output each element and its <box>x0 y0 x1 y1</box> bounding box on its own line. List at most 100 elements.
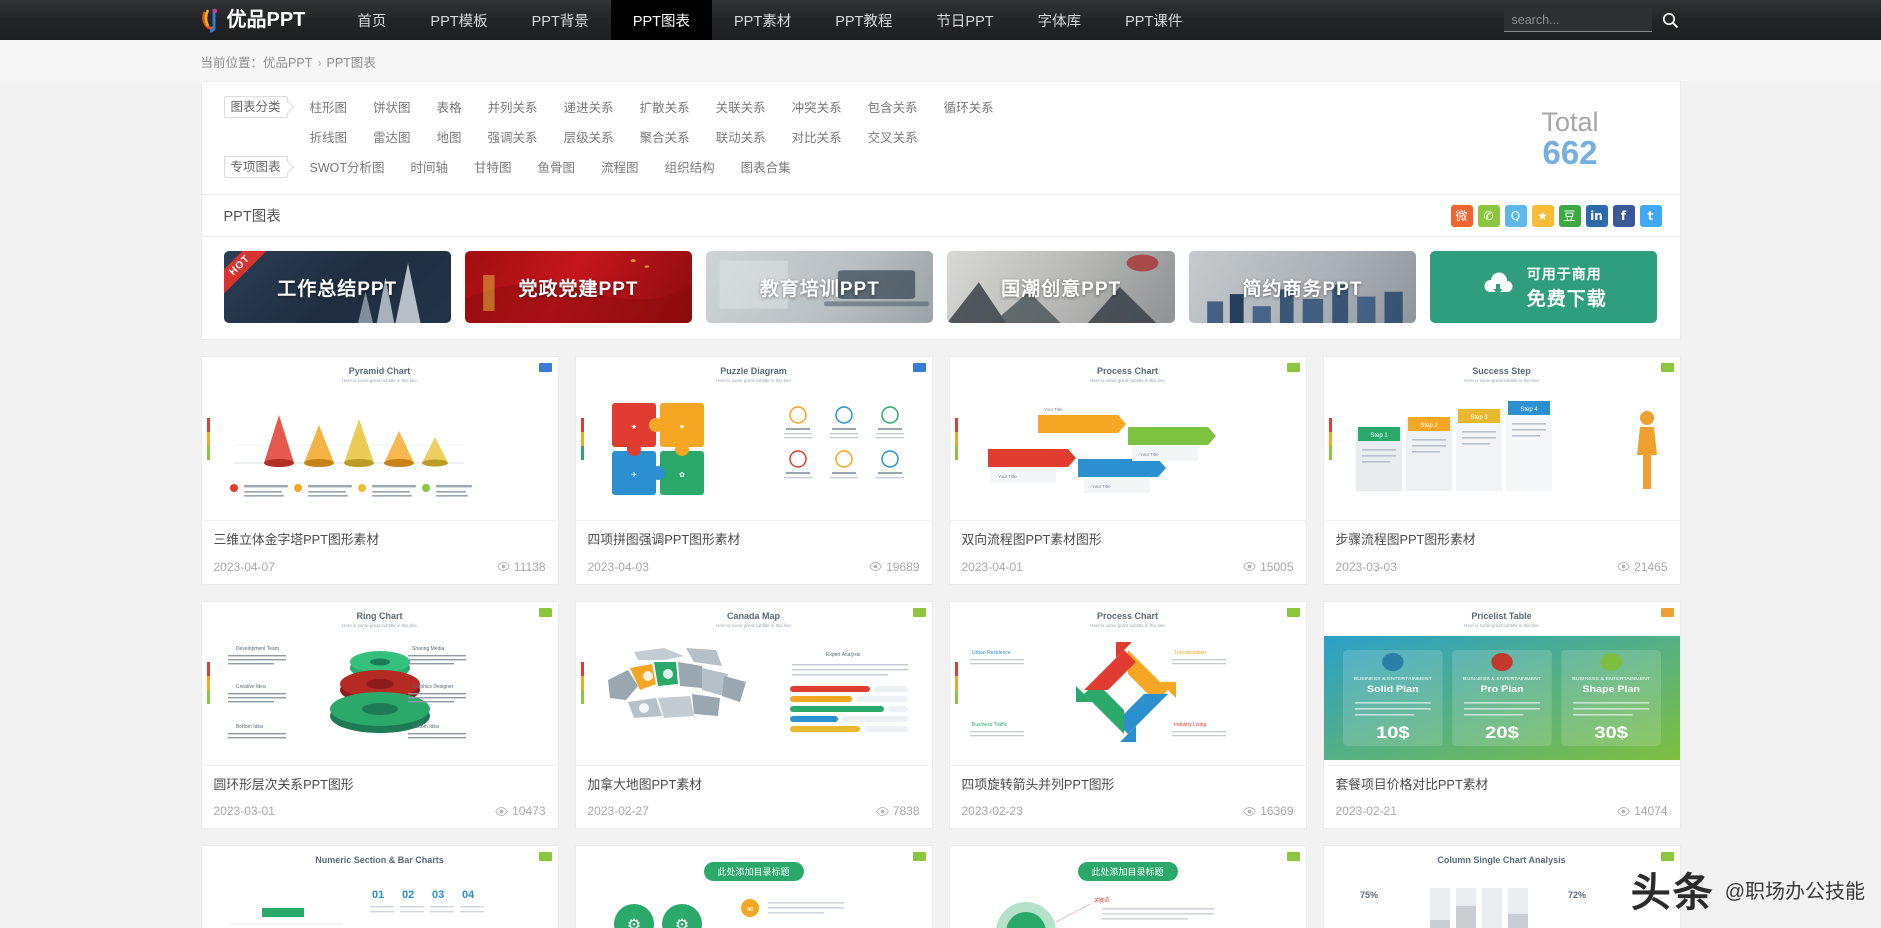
card-date: 2023-02-27 <box>587 804 649 819</box>
card-thumbnail[interactable]: Canada Map Here is some great subtitle i… <box>575 601 932 766</box>
filter-head-special-charts[interactable]: 专项图表 <box>223 156 288 178</box>
filter-tag-hierarchy[interactable]: 层级关系 <box>564 124 614 149</box>
nav-item-fonts[interactable]: 字体库 <box>1016 0 1104 40</box>
card-thumbnail[interactable]: Pricelist Table Here is some great subti… <box>1323 601 1680 766</box>
filter-tag-swot[interactable]: SWOT分析图 <box>310 154 385 179</box>
card-title[interactable]: 套餐项目价格对比PPT素材 <box>1336 777 1668 794</box>
nav-item-courseware[interactable]: PPT课件 <box>1103 0 1204 40</box>
card-thumbnail[interactable]: Ring Chart Here is some great subtitle i… <box>201 601 558 766</box>
filter-tag-radar-chart[interactable]: 雷达图 <box>373 124 411 149</box>
banner-simple-business[interactable]: 简约商务PPT <box>1188 251 1417 323</box>
linkedin-share-icon[interactable]: in <box>1585 204 1608 227</box>
filter-tags-chart-category-2: 折线图 雷达图 地图 强调关系 层级关系 聚合关系 联动关系 对比关系 交叉关系 <box>310 124 944 149</box>
filter-tag-chart-collection[interactable]: 图表合集 <box>741 154 791 179</box>
card-title[interactable]: 加拿大地图PPT素材 <box>588 777 920 794</box>
nav-item-tutorials[interactable]: PPT教程 <box>813 0 914 40</box>
thumb-subtitle: Here is some great subtitle in this line <box>1464 622 1539 628</box>
svg-text:Your Title: Your Title <box>1140 452 1159 457</box>
table-row[interactable]: 此处添加目录标题 关键词 关键词 <box>948 845 1307 928</box>
card-meta: 2023-04-03 19689 <box>588 560 920 574</box>
breadcrumb-separator: › <box>317 56 322 70</box>
filter-tag-bar-chart[interactable]: 柱形图 <box>310 94 348 119</box>
banner-free-download[interactable]: 可用于商用 免费下载 <box>1430 251 1658 323</box>
filter-tag-diffusion[interactable]: 扩散关系 <box>640 94 690 119</box>
card-thumbnail[interactable]: Process Chart Here is some great subtitl… <box>949 357 1306 521</box>
card-title[interactable]: 四项旋转箭头并列PPT图形 <box>962 777 1294 794</box>
qzone-share-icon[interactable]: ★ <box>1531 204 1554 227</box>
table-row[interactable]: 此处添加目录标题 ⚙ ⚙ ✉ <box>574 845 933 928</box>
banner-party-building[interactable]: 党政党建PPT <box>464 251 693 323</box>
card-title[interactable]: 四项拼图强调PPT图形素材 <box>588 532 920 549</box>
card-title[interactable]: 圆环形层次关系PPT图形 <box>214 777 546 794</box>
filter-tag-conflict[interactable]: 冲突关系 <box>792 94 842 119</box>
filter-tag-intersection[interactable]: 交叉关系 <box>868 124 918 149</box>
table-row[interactable]: Process Chart Here is some great subtitl… <box>948 600 1307 830</box>
filter-tag-timeline[interactable]: 时间轴 <box>411 154 449 179</box>
breadcrumb-bar: 当前位置：优品PPT › PPT图表 <box>0 40 1881 81</box>
card-title[interactable]: 双向流程图PPT素材图形 <box>962 532 1294 549</box>
table-row[interactable]: Column Single Chart Analysis 75% 72% <box>1322 845 1681 928</box>
card-thumbnail[interactable]: Puzzle Diagram Here is some great subtit… <box>575 357 932 521</box>
banner-education-training[interactable]: 教育培训PPT <box>706 251 934 323</box>
wechat-share-icon[interactable]: ✆ <box>1477 204 1500 227</box>
card-views: 19689 <box>869 560 920 574</box>
weibo-share-icon[interactable]: 微 <box>1450 204 1473 227</box>
table-row[interactable]: Success Step Here is some great subtitle… <box>1322 356 1681 585</box>
table-row[interactable]: Process Chart Here is some great subtitl… <box>948 356 1307 585</box>
facebook-share-icon[interactable]: f <box>1612 204 1635 227</box>
card-thumbnail[interactable]: 此处添加目录标题 关键词 关键词 <box>949 846 1306 928</box>
svg-text:Business Traffic: Business Traffic <box>972 722 1008 728</box>
filter-tag-pie-chart[interactable]: 饼状图 <box>373 94 411 119</box>
qq-share-icon[interactable]: Q <box>1504 204 1527 227</box>
filter-tag-table[interactable]: 表格 <box>437 94 462 119</box>
filter-tag-gantt[interactable]: 甘特图 <box>474 154 512 179</box>
nav-item-backgrounds[interactable]: PPT背景 <box>510 0 611 40</box>
banner-guochao-creative[interactable]: 国潮创意PPT <box>947 251 1175 323</box>
filter-tag-circulation[interactable]: 循环关系 <box>944 94 994 119</box>
filter-tag-comparison[interactable]: 对比关系 <box>792 124 842 149</box>
card-title[interactable]: 三维立体金字塔PPT图形素材 <box>214 532 546 549</box>
nav-item-holiday[interactable]: 节日PPT <box>914 0 1015 40</box>
filter-tag-parallel[interactable]: 并列关系 <box>488 94 538 119</box>
filter-head-chart-category[interactable]: 图表分类 <box>223 96 288 118</box>
filter-tag-linkage[interactable]: 联动关系 <box>716 124 766 149</box>
nav-item-charts[interactable]: PPT图表 <box>610 0 713 40</box>
site-logo[interactable]: 优品PPT <box>201 0 336 40</box>
table-row[interactable]: Canada Map Here is some great subtitle i… <box>574 600 933 830</box>
breadcrumb-home-link[interactable]: 优品PPT <box>263 56 312 70</box>
search-button[interactable] <box>1662 12 1679 29</box>
card-thumbnail[interactable]: Column Single Chart Analysis 75% 72% <box>1323 846 1680 928</box>
search-input[interactable] <box>1503 8 1652 32</box>
twitter-share-icon[interactable]: t <box>1639 204 1662 227</box>
table-row[interactable]: Numeric Section & Bar Charts 01 02 03 04 <box>200 845 559 928</box>
nav-search-area <box>1503 0 1681 40</box>
filter-tag-association[interactable]: 关联关系 <box>716 94 766 119</box>
card-thumbnail[interactable]: Success Step Here is some great subtitle… <box>1323 357 1680 521</box>
card-thumbnail[interactable]: 此处添加目录标题 ⚙ ⚙ ✉ <box>575 846 932 928</box>
nav-item-materials[interactable]: PPT素材 <box>712 0 813 40</box>
thumb-title: Process Chart <box>1096 366 1159 376</box>
filter-tag-line-chart[interactable]: 折线图 <box>310 124 348 149</box>
filter-tag-inclusion[interactable]: 包含关系 <box>868 94 918 119</box>
filter-tag-map[interactable]: 地图 <box>437 124 462 149</box>
banner-work-summary[interactable]: HOT 工作总结PPT <box>223 251 451 323</box>
content-scroll-area[interactable]: 图表分类 柱形图 饼状图 表格 并列关系 递进关系 扩散关系 关联关系 冲突关系… <box>0 81 1881 928</box>
card-thumbnail[interactable]: Pyramid Chart Here is some great subtitl… <box>201 357 558 521</box>
thumb-title: 此处添加目录标题 <box>703 862 804 882</box>
nav-item-templates[interactable]: PPT模板 <box>408 0 509 40</box>
card-title[interactable]: 步骤流程图PPT图形素材 <box>1336 532 1668 549</box>
table-row[interactable]: Pricelist Table Here is some great subti… <box>1322 600 1681 830</box>
filter-tag-flowchart[interactable]: 流程图 <box>601 154 639 179</box>
filter-tag-emphasis[interactable]: 强调关系 <box>488 124 538 149</box>
douban-share-icon[interactable]: 豆 <box>1558 204 1581 227</box>
filter-tag-fishbone[interactable]: 鱼骨图 <box>538 154 576 179</box>
filter-tag-progressive[interactable]: 递进关系 <box>564 94 614 119</box>
card-thumbnail[interactable]: Numeric Section & Bar Charts 01 02 03 04 <box>201 846 558 928</box>
filter-tag-org-structure[interactable]: 组织结构 <box>665 154 715 179</box>
table-row[interactable]: Ring Chart Here is some great subtitle i… <box>200 600 559 830</box>
table-row[interactable]: Pyramid Chart Here is some great subtitl… <box>200 356 559 585</box>
table-row[interactable]: Puzzle Diagram Here is some great subtit… <box>574 356 933 585</box>
filter-tag-aggregation[interactable]: 聚合关系 <box>640 124 690 149</box>
nav-item-home[interactable]: 首页 <box>335 0 408 40</box>
card-thumbnail[interactable]: Process Chart Here is some great subtitl… <box>949 601 1306 766</box>
